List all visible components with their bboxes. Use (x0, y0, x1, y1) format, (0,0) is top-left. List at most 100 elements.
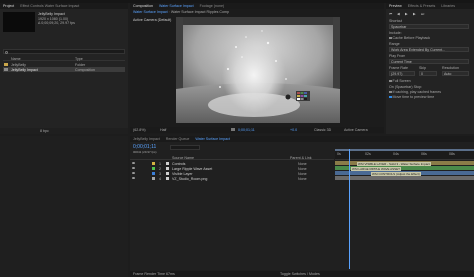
visibility-eye-icon[interactable] (132, 172, 135, 174)
camera-icon[interactable] (231, 128, 235, 132)
full-screen-checkbox[interactable] (389, 79, 392, 83)
preview-tabbar: Preview Effects & Presets Libraries (386, 3, 474, 9)
parent-dropdown[interactable]: None (298, 172, 307, 176)
resolution-dropdown[interactable]: Auto (442, 71, 469, 76)
parent-dropdown[interactable]: None (298, 167, 307, 171)
timeline-fps-info: 00041 (29.97 fps) (133, 150, 157, 154)
visibility-eye-icon[interactable] (132, 167, 135, 169)
current-time-indicator[interactable] (349, 149, 350, 269)
move-time-label: Move time to preview time (392, 95, 435, 99)
layer-number: 1 (159, 161, 161, 166)
exposure-value[interactable]: +0.0 (290, 128, 297, 132)
skip-label: Skip (419, 66, 426, 70)
include-label: Include: (389, 31, 402, 35)
tab-render-queue[interactable]: Render Queue (166, 137, 190, 141)
project-footer: 8 bpc (0, 128, 128, 134)
col-source-name[interactable]: Source Name (172, 156, 194, 160)
project-thumbnail (3, 12, 35, 32)
full-screen-option[interactable]: Full Screen (389, 79, 411, 83)
range-label: Range (389, 42, 400, 46)
label-color[interactable] (152, 177, 155, 180)
ruler-mark: 06s (421, 152, 427, 156)
timeline-panel: JellyBelly Impact Render Queue Water Sur… (130, 136, 474, 277)
active-camera-label: Active Camera (Default) (133, 18, 172, 22)
col-parent-link[interactable]: Parent & Link (290, 156, 312, 160)
track-bar[interactable] (335, 176, 474, 180)
label-color[interactable] (152, 172, 155, 175)
parent-dropdown[interactable]: None (298, 162, 307, 166)
frame-rate-dropdown[interactable]: (29.97) (389, 71, 415, 76)
first-frame-icon[interactable]: ⏮ (389, 12, 392, 16)
tab-footage[interactable]: Footage (none) (200, 4, 225, 8)
if-caching-checkbox[interactable] (389, 90, 392, 94)
visibility-eye-icon[interactable] (132, 162, 135, 164)
last-frame-icon[interactable]: ⏭ (421, 12, 424, 16)
tab-preview[interactable]: Preview (389, 4, 402, 8)
col-name[interactable]: Name (11, 57, 21, 61)
frame-render-time: Frame Render Time 67ms (133, 272, 175, 276)
layer-name[interactable]: Visible Layer (172, 172, 193, 176)
prev-frame-icon[interactable]: ◀ (397, 12, 400, 16)
ruler-mark: 02s (365, 152, 371, 156)
next-frame-icon[interactable]: ▶ (413, 12, 416, 16)
subtab-water-surface-impact[interactable]: Water Surface Impact (133, 10, 168, 14)
tab-water-surface-impact[interactable]: Water Surface Impact (195, 137, 230, 141)
play-icon[interactable]: ▶ (405, 12, 408, 16)
label-color[interactable] (152, 162, 155, 165)
visibility-eye-icon[interactable] (132, 177, 135, 179)
tab-comp-name[interactable]: Water Surface Impact (159, 4, 194, 8)
tab-composition[interactable]: Composition (133, 4, 153, 8)
viewer-render (176, 17, 340, 123)
time-ruler[interactable]: 0s 02s 04s 06s 08s (335, 149, 474, 160)
move-time-option[interactable]: Move time to preview time (389, 95, 434, 99)
renderer-button[interactable]: Classic 3D (314, 128, 331, 132)
composition-tabbar: Composition Water Surface Impact Footage… (130, 3, 384, 9)
track-label: WSI CONTROLS (Adjust the Effect) (371, 172, 421, 176)
col-type[interactable]: Type (75, 57, 83, 61)
timeline-footer: Frame Render Time 67ms Toggle Switches /… (130, 271, 474, 277)
layer-column-header: Source Name Parent & Link (130, 155, 334, 160)
tab-project[interactable]: Project (3, 4, 14, 8)
subtab-ripples-comp[interactable]: Water Surface Impact Ripples Comp (171, 10, 229, 14)
toggle-switches-modes[interactable]: Toggle Switches / Modes (280, 272, 320, 276)
item-name: JellyBelly (11, 62, 26, 67)
view-dropdown[interactable]: Active Camera (344, 128, 368, 132)
shortcut-label: Shortcut (389, 19, 403, 23)
bpc-label[interactable]: 8 bpc (40, 129, 49, 133)
current-time-display[interactable]: 0;00;01;11 (238, 128, 255, 132)
layer-name[interactable]: Large Ripple Wave Asset (172, 167, 212, 171)
layer-number: 4 (159, 176, 161, 181)
composition-icon (4, 68, 8, 71)
resolution-dropdown[interactable]: Half (160, 128, 166, 132)
project-item[interactable]: JellyBelly Impact Composition (3, 67, 125, 72)
skip-field[interactable]: 0 (419, 71, 437, 76)
play-from-label: Play From (389, 54, 406, 58)
layer-row[interactable]: 4 VZ_Studio_Room.png None (130, 176, 334, 181)
layer-type-icon (166, 162, 169, 165)
cache-label: Cache Before Playback (392, 36, 431, 40)
composition-viewer[interactable] (176, 17, 340, 123)
tab-libraries[interactable]: Libraries (441, 4, 455, 8)
tab-effect-controls[interactable]: Effect Controls Water Surface Impact (20, 4, 79, 8)
cache-before-playback[interactable]: Cache Before Playback (389, 36, 430, 40)
layer-name[interactable]: VZ_Studio_Room.png (172, 177, 207, 181)
label-color[interactable] (152, 167, 155, 170)
full-screen-label: Full Screen (392, 79, 411, 83)
item-name: JellyBelly Impact (11, 67, 38, 72)
tab-effects-presets[interactable]: Effects & Presets (408, 4, 436, 8)
parent-dropdown[interactable]: None (298, 177, 307, 181)
layer-name[interactable]: Controls (172, 162, 185, 166)
project-search-input[interactable] (3, 49, 125, 54)
play-from-dropdown[interactable]: Current Time (389, 59, 469, 64)
work-area-bar[interactable] (335, 149, 474, 151)
tab-jellybelly-impact[interactable]: JellyBelly Impact (133, 137, 160, 141)
magnification-dropdown[interactable]: (62.8%) (133, 128, 146, 132)
timeline-search-input[interactable] (170, 145, 200, 150)
composition-subtabs: Water Surface Impact › Water Surface Imp… (133, 10, 230, 14)
range-dropdown[interactable]: Work Area Extended By Current... (389, 47, 469, 52)
move-time-checkbox[interactable] (389, 95, 392, 99)
cache-checkbox[interactable] (389, 36, 392, 40)
item-type: Composition (75, 67, 95, 72)
if-caching-option[interactable]: If caching, play cached frames (389, 90, 441, 94)
shortcut-dropdown[interactable]: Spacebar (389, 24, 469, 29)
